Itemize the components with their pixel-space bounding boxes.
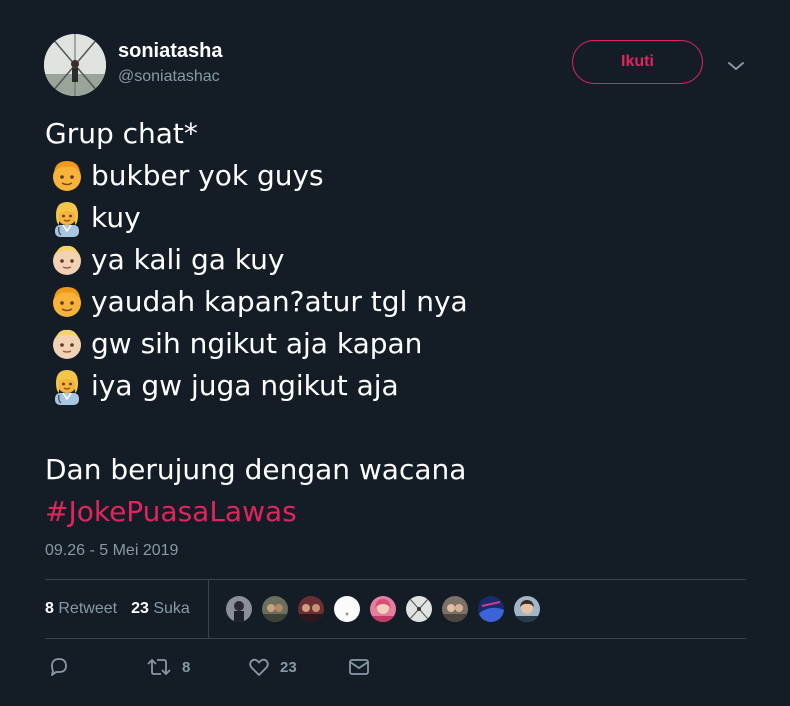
retweet-action-count: 8	[182, 658, 191, 676]
liker-avatar-2[interactable]	[260, 594, 290, 624]
like-button[interactable]: 23	[248, 656, 297, 678]
author-name[interactable]: soniatasha	[118, 40, 222, 63]
tweet-line-text: gw sih ngikut aja kapan	[91, 327, 423, 360]
tweet-line-text: bukber yok guys	[91, 159, 324, 192]
tweet-text: Grup chat* bukber yok guys kuy ya kali g…	[45, 113, 745, 533]
divider	[45, 638, 746, 639]
tweet-line-text: Dan berujung dengan wacana	[45, 453, 467, 486]
baby-light-skin-emoji	[53, 245, 81, 275]
retweet-count: 8	[45, 600, 54, 617]
reply-icon	[51, 658, 67, 676]
tweet-header: soniatasha @soniatashac Ikuti	[44, 34, 754, 98]
liker-avatars	[224, 594, 548, 624]
hashtag-link[interactable]: #JokePuasaLawas	[45, 491, 297, 533]
like-label: Suka	[153, 600, 190, 617]
boy-emoji	[53, 161, 81, 191]
liker-avatar-6[interactable]	[404, 594, 434, 624]
tweet-line: bukber yok guys	[45, 155, 745, 197]
tweet-line: gw sih ngikut aja kapan	[45, 323, 745, 365]
tweet-line-text: iya gw juga ngikut aja	[91, 369, 399, 402]
tweet-line: iya gw juga ngikut aja	[45, 365, 745, 407]
woman-health-worker-emoji	[55, 370, 79, 405]
retweet-button[interactable]: 8	[146, 656, 190, 678]
divider	[45, 579, 746, 580]
tweet-line: yaudah kapan?atur tgl nya	[45, 281, 745, 323]
tweet-line-text: yaudah kapan?atur tgl nya	[91, 285, 468, 318]
tweet-line-text: Grup chat*	[45, 117, 198, 150]
retweet-label: Retweet	[58, 600, 118, 617]
woman-health-worker-emoji	[55, 202, 79, 237]
envelope-icon	[349, 659, 369, 675]
profile-photo-icon	[44, 34, 106, 96]
tweet-line: ya kali ga kuy	[45, 239, 745, 281]
heart-icon	[249, 658, 269, 676]
tweet-stats: 8 Retweet 23 Suka	[45, 597, 190, 621]
tweet-line: Grup chat*	[45, 113, 745, 155]
tweet-line-text: kuy	[91, 201, 141, 234]
like-count: 23	[131, 600, 149, 617]
liker-avatar-7[interactable]	[440, 594, 470, 624]
reply-button[interactable]	[48, 656, 70, 678]
liker-avatar-9[interactable]	[512, 594, 542, 624]
retweet-icon	[147, 658, 171, 676]
chevron-down-icon	[728, 62, 744, 70]
liker-avatar-8[interactable]	[476, 594, 506, 624]
liker-avatar-5[interactable]	[368, 594, 398, 624]
tweet-line-text: ya kali ga kuy	[91, 243, 285, 276]
liker-avatar-1[interactable]	[224, 594, 254, 624]
like-stat[interactable]: 23 Suka	[131, 600, 190, 618]
like-action-count: 23	[280, 658, 297, 676]
baby-light-skin-emoji	[53, 329, 81, 359]
tweet-line: kuy	[45, 197, 745, 239]
author-handle[interactable]: @soniatashac	[118, 68, 220, 86]
more-options-button[interactable]	[724, 54, 748, 78]
liker-avatar-3[interactable]	[296, 594, 326, 624]
tweet-line: Dan berujung dengan wacana	[45, 449, 745, 491]
message-button[interactable]	[348, 656, 370, 678]
liker-avatar-4[interactable]	[332, 594, 362, 624]
tweet-timestamp[interactable]: 09.26 - 5 Mei 2019	[45, 542, 178, 560]
author-avatar[interactable]	[44, 34, 106, 96]
boy-emoji	[53, 287, 81, 317]
stats-divider	[208, 580, 209, 638]
tweet-line: #JokePuasaLawas	[45, 491, 745, 533]
retweet-stat[interactable]: 8 Retweet	[45, 600, 117, 618]
follow-button[interactable]: Ikuti	[572, 40, 703, 84]
